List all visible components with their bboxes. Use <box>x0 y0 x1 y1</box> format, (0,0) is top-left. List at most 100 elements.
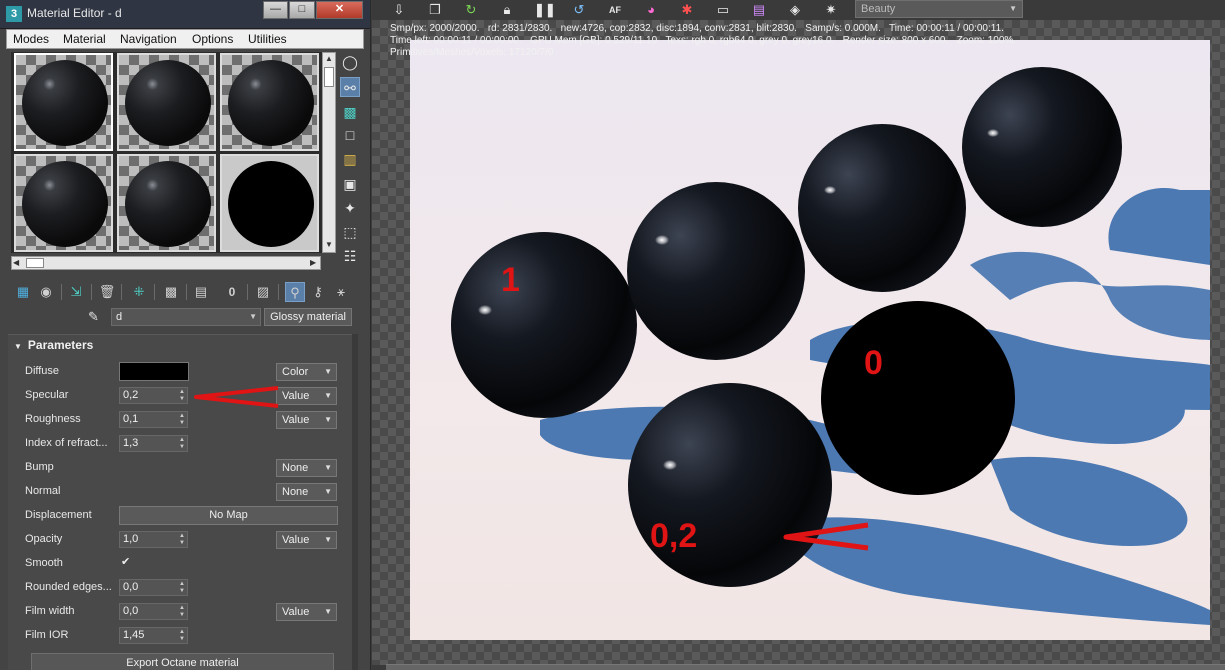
sphere-icon[interactable]: ◯ <box>340 52 360 72</box>
lock-icon[interactable]: 🔒︎ <box>498 1 516 19</box>
video-color-check-icon[interactable]: ▥ <box>340 149 360 169</box>
make-preview-icon[interactable]: ▣ <box>340 174 360 194</box>
opacity-mode-select[interactable]: Value ▼ <box>276 531 337 549</box>
checker-background-icon[interactable]: ▩ <box>340 102 360 122</box>
sample-slot-3[interactable] <box>220 53 319 151</box>
film-region-icon[interactable]: ▤ <box>750 1 768 19</box>
slots-horizontal-scrollbar[interactable]: ◀ ▶ <box>11 256 321 270</box>
maximize-button[interactable]: □ <box>289 1 315 19</box>
reset-map-icon[interactable]: 🗑 <box>97 282 117 302</box>
select-by-material-icon[interactable]: ⬚ <box>340 222 360 242</box>
spinner-arrows-icon[interactable]: ▲ ▼ <box>179 629 185 643</box>
show-end-result-icon[interactable]: ⚲ <box>285 282 305 302</box>
scroll-down-icon[interactable]: ▼ <box>325 240 333 249</box>
eyedropper-icon[interactable]: ✎ <box>88 309 104 325</box>
close-button[interactable]: ✕ <box>316 1 363 19</box>
sample-uv-icon[interactable]: □ <box>340 125 360 145</box>
title-bar[interactable]: 3 Material Editor - d — □ ✕ <box>0 0 370 29</box>
menu-bar: Modes Material Navigation Options Utilit… <box>6 29 364 49</box>
clay-mode-icon[interactable]: ✱ <box>678 1 696 19</box>
spinner-arrows-icon[interactable]: ▲ ▼ <box>179 389 185 403</box>
parameters-scrollbar[interactable] <box>352 334 358 670</box>
specular-mode-select[interactable]: Value ▼ <box>276 387 337 405</box>
sphere-glossy-3 <box>798 124 966 292</box>
film-width-mode-select[interactable]: Value ▼ <box>276 603 337 621</box>
rounded-edges-value: 0,0 <box>123 581 139 593</box>
scroll-thumb[interactable] <box>26 258 44 268</box>
scroll-up-icon[interactable]: ▲ <box>325 54 333 63</box>
show-map-icon[interactable]: ▨ <box>253 282 273 302</box>
menu-material[interactable]: Material <box>63 32 106 46</box>
param-normal: Normal None ▼ <box>25 482 345 502</box>
options-icon[interactable]: ✦ <box>340 198 360 218</box>
spinner-arrows-icon[interactable]: ▲ ▼ <box>179 413 185 427</box>
gear-icon[interactable]: ✷ <box>822 1 840 19</box>
spinner-arrows-icon[interactable]: ▲ ▼ <box>179 437 185 451</box>
sample-slot-2[interactable] <box>117 53 216 151</box>
scroll-left-icon[interactable]: ◀ <box>13 258 19 267</box>
go-forward-icon[interactable]: ⚹ <box>331 282 351 302</box>
render-pass-select[interactable]: Beauty ▼ <box>855 0 1023 18</box>
region-render-icon[interactable]: ▭ <box>714 1 732 19</box>
backlight-icon[interactable]: ⚯ <box>340 77 360 97</box>
menu-options[interactable]: Options <box>192 32 233 46</box>
go-to-parent-icon[interactable]: ⚷ <box>308 282 328 302</box>
render-scrollbar[interactable] <box>386 664 1225 670</box>
render-pass-value: Beauty <box>861 3 896 15</box>
specular-mode-value: Value <box>282 390 310 402</box>
spinner-arrows-icon[interactable]: ▲ ▼ <box>179 581 185 595</box>
resume-icon[interactable]: ↺ <box>570 1 588 19</box>
spinner-arrows-icon[interactable]: ▲ ▼ <box>179 533 185 547</box>
sample-slot-4[interactable] <box>14 154 113 252</box>
copy-icon[interactable]: ❐ <box>426 1 444 19</box>
material-type-button[interactable]: Glossy material <box>264 308 352 326</box>
scroll-thumb[interactable] <box>324 67 334 87</box>
put-to-library-icon[interactable]: ▩ <box>161 282 181 302</box>
film-width-spinner[interactable]: 0,0 ▲ ▼ <box>119 603 188 620</box>
put-to-scene-icon[interactable]: ◉ <box>36 282 56 302</box>
bump-mode-select[interactable]: None ▼ <box>276 459 337 477</box>
get-material-icon[interactable]: ▦ <box>13 282 33 302</box>
param-label: Rounded edges... <box>25 581 112 593</box>
roughness-spinner[interactable]: 0,1 ▲ ▼ <box>119 411 188 428</box>
parameters-header[interactable]: ▼ Parameters <box>14 338 93 352</box>
settings-icon[interactable]: ◈ <box>786 1 804 19</box>
sample-sphere <box>125 161 211 247</box>
menu-utilities[interactable]: Utilities <box>248 32 287 46</box>
export-octane-material-button[interactable]: Export Octane material <box>31 653 334 670</box>
color-picker-icon[interactable]: ◕ <box>642 1 660 19</box>
sample-slot-1[interactable] <box>14 53 113 151</box>
film-ior-spinner[interactable]: 1,45 ▲ ▼ <box>119 627 188 644</box>
make-unique-icon[interactable]: ⁜ <box>129 282 149 302</box>
save-image-icon[interactable]: ⇩ <box>390 1 408 19</box>
parameters-title: Parameters <box>27 338 94 352</box>
scroll-right-icon[interactable]: ▶ <box>310 258 316 267</box>
pause-icon[interactable]: ❚❚ <box>534 1 556 19</box>
sphere-glossy-4 <box>962 67 1122 227</box>
smooth-checkbox[interactable]: ✔ <box>121 556 133 568</box>
menu-modes[interactable]: Modes <box>13 32 49 46</box>
parameters-rollout: ▼ Parameters Diffuse Color ▼ Specular 0,2 ▲… <box>8 334 356 670</box>
normal-mode-select[interactable]: None ▼ <box>276 483 337 501</box>
material-id-channel[interactable]: 0 <box>222 282 242 302</box>
opacity-spinner[interactable]: 1,0 ▲ ▼ <box>119 531 188 548</box>
slots-vertical-scrollbar[interactable]: ▲ ▼ <box>322 52 336 253</box>
rounded-edges-spinner[interactable]: 0,0 ▲ ▼ <box>119 579 188 596</box>
material-name-field[interactable]: d ▼ <box>111 308 261 326</box>
roughness-mode-select[interactable]: Value ▼ <box>276 411 337 429</box>
minimize-button[interactable]: — <box>263 1 288 19</box>
restart-render-icon[interactable]: ↻ <box>462 1 480 19</box>
sample-slot-5[interactable] <box>117 154 216 252</box>
menu-navigation[interactable]: Navigation <box>120 32 177 46</box>
material-id-icon[interactable]: ▤ <box>191 282 211 302</box>
diffuse-color-swatch[interactable] <box>119 362 189 381</box>
sample-slot-6[interactable] <box>220 154 319 252</box>
material-navigator-icon[interactable]: ☷ <box>340 246 360 266</box>
spinner-arrows-icon[interactable]: ▲ ▼ <box>179 605 185 619</box>
displacement-map-button[interactable]: No Map <box>119 506 338 525</box>
specular-spinner[interactable]: 0,2 ▲ ▼ <box>119 387 188 404</box>
assign-to-selection-icon[interactable]: ⇲ <box>66 282 86 302</box>
ior-spinner[interactable]: 1,3 ▲ ▼ <box>119 435 188 452</box>
af-icon[interactable]: AF <box>606 1 624 19</box>
diffuse-mode-select[interactable]: Color ▼ <box>276 363 337 381</box>
